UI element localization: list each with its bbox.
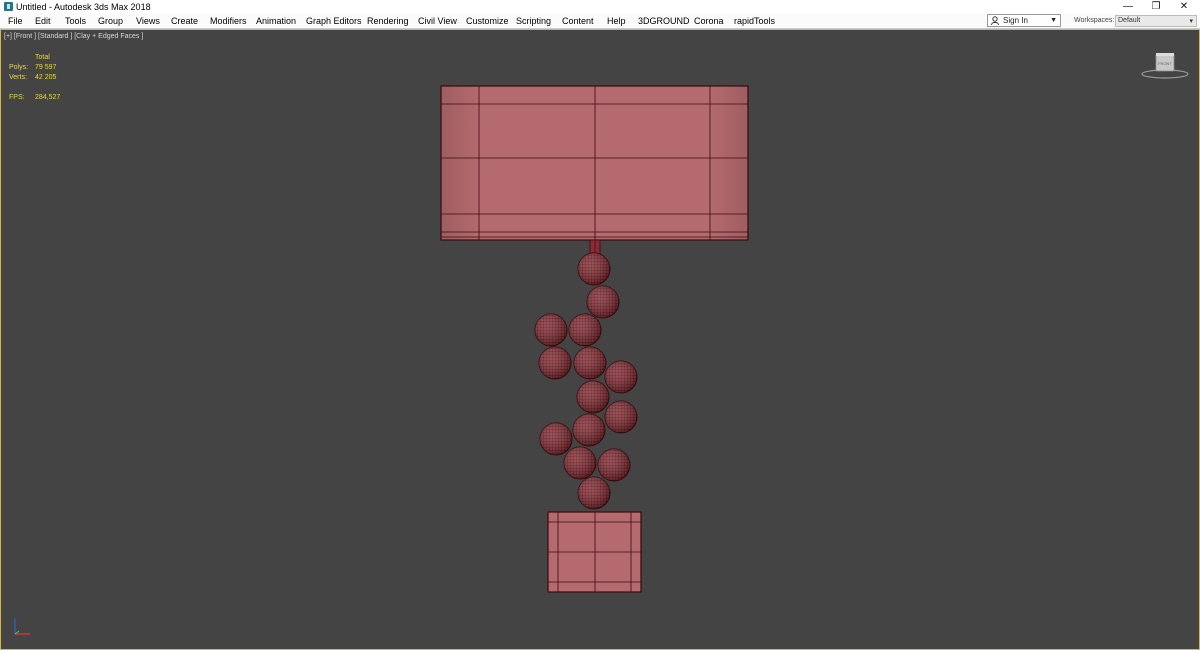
sphere-mesh bbox=[577, 476, 611, 510]
sphere-mesh bbox=[576, 380, 610, 414]
sphere-mesh bbox=[572, 413, 606, 447]
sphere-cluster[interactable] bbox=[534, 252, 638, 510]
axis-tripod-icon bbox=[14, 618, 30, 635]
stem-mesh[interactable] bbox=[589, 239, 601, 255]
sphere-mesh bbox=[538, 346, 572, 380]
viewcube-face-label: FRONT bbox=[1158, 61, 1172, 66]
sphere-mesh bbox=[573, 346, 607, 380]
sphere-mesh bbox=[563, 446, 597, 480]
sphere-mesh bbox=[577, 252, 611, 286]
sphere-mesh bbox=[534, 313, 568, 347]
sphere-mesh bbox=[597, 448, 631, 482]
scene-canvas bbox=[440, 85, 749, 593]
base-mesh[interactable] bbox=[547, 511, 642, 593]
viewcube[interactable]: FRONT bbox=[1140, 50, 1190, 80]
sphere-mesh bbox=[586, 285, 620, 319]
sphere-mesh bbox=[568, 313, 602, 347]
sphere-mesh bbox=[604, 360, 638, 394]
lampshade-mesh[interactable] bbox=[440, 85, 749, 241]
sphere-mesh bbox=[604, 400, 638, 434]
sphere-mesh bbox=[539, 422, 573, 456]
